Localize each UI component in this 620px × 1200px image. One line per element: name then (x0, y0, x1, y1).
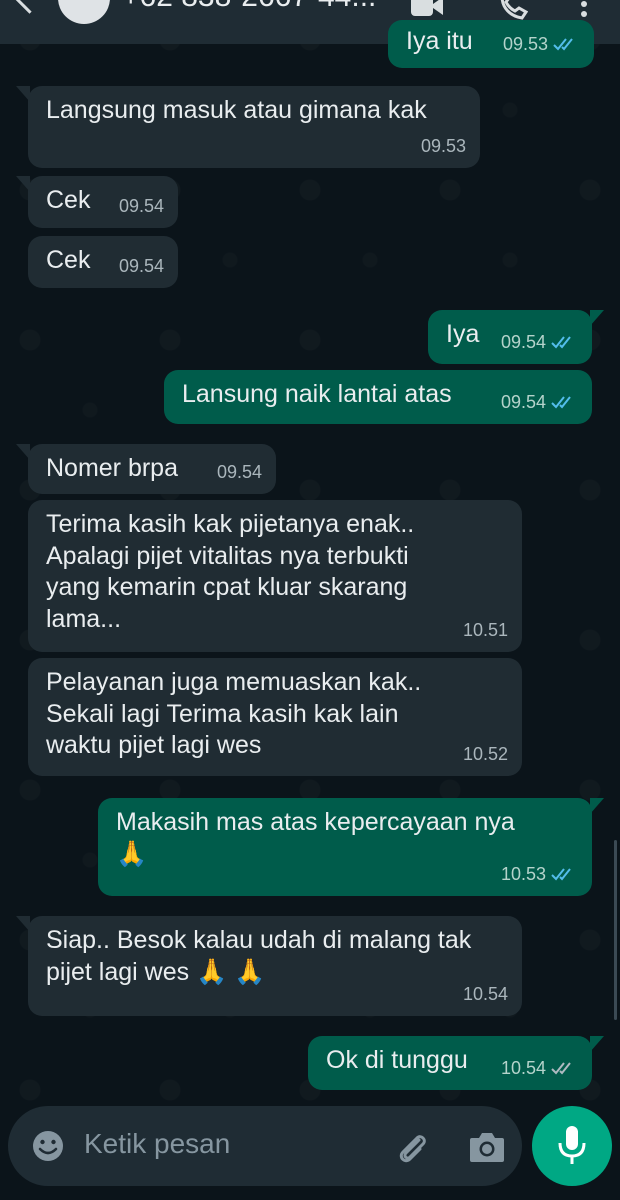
message-bubble-incoming[interactable]: Langsung masuk atau gimana kak 09.53 (16, 86, 480, 168)
message-meta: 09.53 (421, 131, 466, 163)
message-meta: 09.54 (501, 327, 578, 359)
message-time: 10.53 (500, 863, 546, 884)
message-meta: 09.53 (503, 29, 580, 61)
message-time: 10.51 (462, 619, 508, 640)
message-meta: 09.54 (501, 387, 578, 419)
message-bubble-incoming[interactable]: Pelayanan juga memuaskan kak.. Sekali la… (28, 658, 522, 776)
contact-name[interactable]: +62 838-2667-44... (122, 0, 376, 14)
message-meta: 09.54 (217, 457, 262, 489)
message-time: 09.54 (500, 331, 546, 352)
message-meta: 09.54 (119, 251, 164, 283)
back-arrow-icon[interactable] (13, 0, 46, 14)
message-text: Langsung masuk atau gimana kak (46, 96, 427, 124)
message-meta: 10.52 (463, 739, 508, 771)
message-bubble-outgoing[interactable]: Lansung naik lantai atas 09.54 (164, 370, 592, 424)
message-text: Ok di tunggu (326, 1046, 468, 1074)
message-bubble-outgoing[interactable]: Ok di tunggu 10.54 (308, 1036, 604, 1090)
message-time: 09.54 (500, 391, 546, 412)
message-text: Nomer brpa (46, 454, 178, 482)
video-call-icon[interactable] (410, 0, 444, 22)
scrollbar[interactable] (614, 840, 617, 1020)
message-time: 10.54 (500, 1057, 546, 1078)
message-time: 10.54 (462, 983, 508, 1004)
message-text: Cek (46, 246, 91, 274)
mic-icon (558, 1126, 586, 1164)
read-ticks-icon (551, 396, 571, 409)
message-time: 10.52 (462, 743, 508, 764)
message-input-bar[interactable]: Ketik pesan (8, 1106, 522, 1186)
camera-icon[interactable] (468, 1130, 506, 1164)
message-input[interactable]: Ketik pesan (84, 1128, 230, 1160)
message-time: 09.54 (216, 461, 262, 482)
message-time: 09.54 (118, 255, 164, 276)
emoji-icon[interactable] (30, 1128, 66, 1164)
attach-icon[interactable] (392, 1128, 432, 1168)
read-ticks-icon (551, 868, 571, 881)
delivered-ticks-icon (551, 1062, 571, 1075)
message-bubble-outgoing[interactable]: Iya itu 09.53 (388, 20, 594, 68)
message-meta: 10.53 (501, 859, 578, 891)
message-text: Makasih mas atas kepercayaan nya 🙏 (116, 808, 515, 868)
mic-button[interactable] (532, 1106, 612, 1186)
message-time: 09.54 (118, 195, 164, 216)
message-meta: 10.51 (463, 615, 508, 647)
read-ticks-icon (553, 38, 573, 51)
voice-call-icon[interactable] (496, 0, 528, 22)
menu-icon[interactable] (578, 0, 590, 22)
message-text: Lansung naik lantai atas (182, 380, 452, 408)
avatar[interactable] (58, 0, 110, 24)
message-time: 09.53 (502, 33, 548, 54)
read-ticks-icon (551, 336, 571, 349)
message-bubble-incoming[interactable]: Cek 09.54 (28, 236, 178, 288)
message-meta: 10.54 (463, 979, 508, 1011)
message-meta: 10.54 (501, 1053, 578, 1085)
message-text: Iya (446, 320, 480, 348)
message-text: Pelayanan juga memuaskan kak.. Sekali la… (46, 668, 422, 759)
message-time: 09.53 (420, 135, 466, 156)
message-bubble-outgoing[interactable]: Makasih mas atas kepercayaan nya 🙏 10.53 (98, 798, 604, 896)
message-text: Cek (46, 186, 91, 214)
message-text: Iya itu (406, 27, 473, 55)
message-bubble-incoming[interactable]: Nomer brpa 09.54 (16, 444, 276, 494)
message-text: Siap.. Besok kalau udah di malang tak pi… (46, 926, 472, 986)
message-bubble-incoming[interactable]: Siap.. Besok kalau udah di malang tak pi… (16, 916, 522, 1016)
message-bubble-incoming[interactable]: Cek 09.54 (16, 176, 178, 228)
message-text: Terima kasih kak pijetanya enak.. Apalag… (46, 510, 415, 633)
message-bubble-incoming[interactable]: Terima kasih kak pijetanya enak.. Apalag… (28, 500, 522, 652)
message-bubble-outgoing[interactable]: Iya 09.54 (428, 310, 604, 364)
chat-background: +62 838-2667-44... Iya itu 09.53 Langsun… (0, 0, 620, 1200)
message-meta: 09.54 (119, 191, 164, 223)
